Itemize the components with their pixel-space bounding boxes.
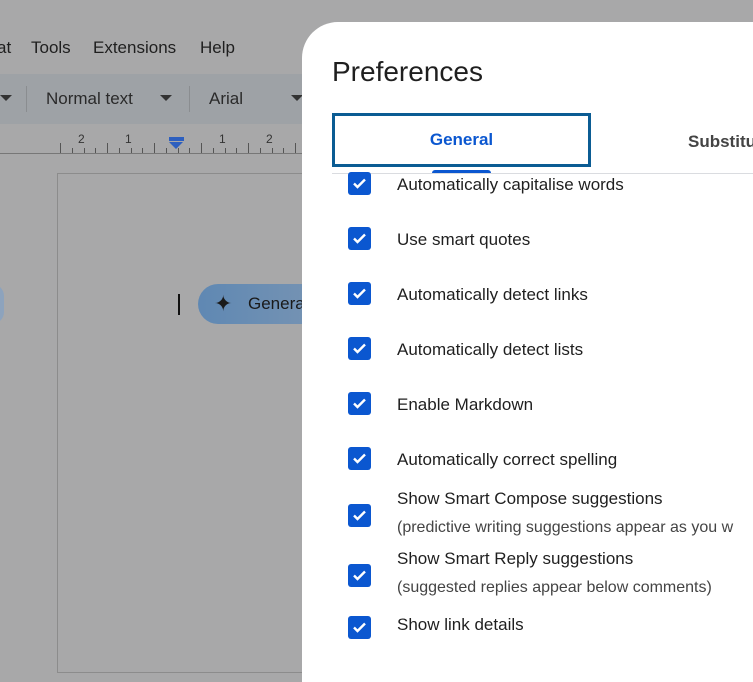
option-label: Automatically detect lists <box>397 340 584 359</box>
ruler-tick <box>177 148 179 153</box>
option-label: Show link details <box>397 615 524 634</box>
ruler-tick <box>165 148 167 153</box>
generate-chip-label: Genera <box>248 294 305 313</box>
check-icon <box>353 288 366 299</box>
check-icon <box>353 510 366 521</box>
check-icon <box>353 178 366 189</box>
preferences-dialog: Preferences General Substitu Automatical… <box>302 22 753 682</box>
indent-marker-icon[interactable] <box>169 142 183 149</box>
ruler-tick <box>95 148 97 153</box>
option-label: Use smart quotes <box>397 230 531 249</box>
ruler-tick <box>212 148 214 153</box>
ruler-tick <box>142 148 144 153</box>
chevron-down-icon[interactable] <box>160 95 172 101</box>
text-cursor <box>178 294 180 315</box>
checkbox[interactable] <box>348 504 371 527</box>
ruler-label: 2 <box>266 132 273 146</box>
check-icon <box>353 343 366 354</box>
ruler-tick <box>118 148 120 153</box>
ruler-tick <box>60 143 61 153</box>
font-select[interactable]: Arial <box>209 89 243 109</box>
check-icon <box>353 233 366 244</box>
indent-marker[interactable] <box>169 137 184 141</box>
ruler-tick <box>248 143 249 153</box>
check-icon <box>353 622 366 633</box>
check-icon <box>353 398 366 409</box>
ruler-tick <box>189 148 191 153</box>
ruler-tick <box>154 143 155 153</box>
divider <box>189 86 190 112</box>
option-label: Automatically detect links <box>397 285 588 304</box>
check-icon <box>353 570 366 581</box>
ruler-tick <box>107 143 108 153</box>
option-label: Show Smart Reply suggestions <box>397 549 634 568</box>
checkbox[interactable] <box>348 616 371 639</box>
menu-extensions[interactable]: Extensions <box>93 38 176 58</box>
ruler-label: 2 <box>78 132 85 146</box>
option-description: (suggested replies appear below comments… <box>397 579 712 596</box>
tab-general[interactable]: General <box>332 113 591 167</box>
ruler-label: 1 <box>219 132 226 146</box>
tab-substitutions[interactable]: Substitu <box>688 132 753 152</box>
sparkle-icon: ✦ <box>214 291 233 316</box>
dialog-title: Preferences <box>332 56 483 87</box>
ruler-tick <box>259 148 261 153</box>
checkbox[interactable] <box>348 337 371 360</box>
ruler-tick <box>83 148 85 153</box>
ruler-tick <box>201 143 202 153</box>
checkbox[interactable] <box>348 447 371 470</box>
menu-format[interactable]: at <box>0 38 11 58</box>
checkbox[interactable] <box>348 564 371 587</box>
toolbar: Normal text Arial <box>0 74 320 124</box>
option-description: (predictive writing suggestions appear a… <box>397 519 734 536</box>
checkbox[interactable] <box>348 392 371 415</box>
divider <box>332 173 753 174</box>
option-label: Automatically correct spelling <box>397 450 618 469</box>
menu-help[interactable]: Help <box>200 38 235 58</box>
option-label: Enable Markdown <box>397 395 534 414</box>
ruler-tick <box>271 148 273 153</box>
ruler: 2 1 1 2 <box>0 128 320 154</box>
divider <box>26 86 27 112</box>
paragraph-style-select[interactable]: Normal text <box>46 89 133 109</box>
option-label: Show Smart Compose suggestions <box>397 489 663 508</box>
option-label: Automatically capitalise words <box>397 175 624 194</box>
check-icon <box>353 453 366 464</box>
ruler-tick <box>71 148 73 153</box>
ruler-label: 1 <box>125 132 132 146</box>
ruler-tick <box>224 148 226 153</box>
chevron-down-icon[interactable] <box>0 95 12 101</box>
side-chip[interactable] <box>0 284 4 324</box>
checkbox[interactable] <box>348 227 371 250</box>
checkbox[interactable] <box>348 282 371 305</box>
ruler-tick <box>295 143 296 153</box>
checkbox[interactable] <box>348 172 371 195</box>
ruler-tick <box>236 148 238 153</box>
ruler-tick <box>130 148 132 153</box>
menu-tools[interactable]: Tools <box>31 38 71 58</box>
ruler-tick <box>283 148 285 153</box>
